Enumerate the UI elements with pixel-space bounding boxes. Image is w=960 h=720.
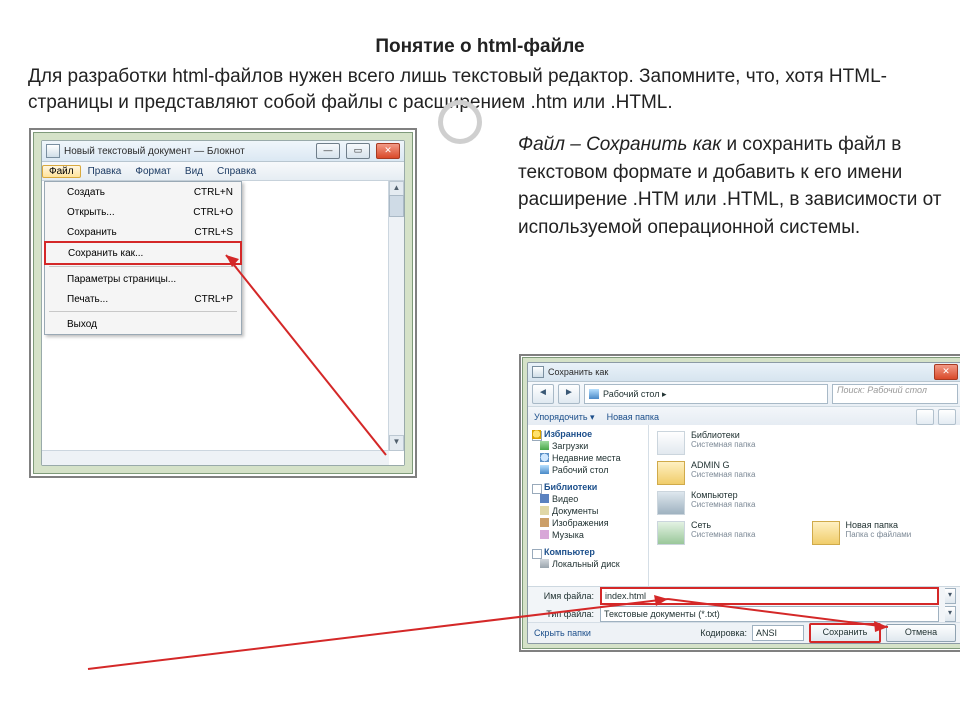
slide: Понятие о html-файле Для разработки html…	[0, 0, 960, 720]
page-title: Понятие о html-файле	[28, 36, 932, 58]
intro-paragraph: Для разработки html-файлов нужен всего л…	[28, 64, 932, 115]
red-arrow-icon	[28, 129, 960, 689]
